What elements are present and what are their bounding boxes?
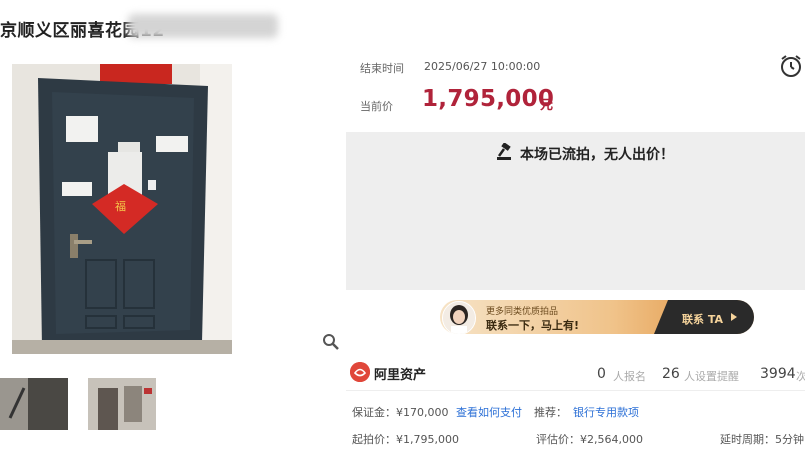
view-count: 3994 <box>760 366 796 382</box>
view-label: 次 <box>796 370 805 383</box>
remind-label: 人设置提醒 <box>684 370 739 383</box>
signup-count: 0 <box>597 366 606 382</box>
title-redaction-blur <box>128 14 278 38</box>
end-time-label: 结束时间 <box>360 62 404 75</box>
how-to-pay-link[interactable]: 查看如何支付 <box>456 404 522 420</box>
delay-period-text: 延时周期：5分钟 <box>720 433 804 446</box>
current-price-unit: 元 <box>540 98 554 113</box>
gavel-icon <box>497 143 511 160</box>
thumbnail-1[interactable] <box>0 378 68 430</box>
start-price-text: 起拍价：¥1,795,000 <box>352 433 459 446</box>
banner-title: 联系一下，马上有! <box>486 319 580 332</box>
search-zoom-icon[interactable] <box>322 333 340 351</box>
remind-count: 26 <box>662 366 680 382</box>
deposit-text: 保证金：¥170,000 <box>352 406 449 419</box>
appraisal-price-text: 评估价：¥2,564,000 <box>536 433 643 446</box>
end-time-value: 2025/06/27 10:00:00 <box>424 60 541 73</box>
play-arrow-icon <box>731 313 737 321</box>
contact-ta-button[interactable]: 联系 TA <box>682 311 723 327</box>
recommend-label: 推荐： <box>534 406 567 419</box>
svg-text:福: 福 <box>115 199 126 213</box>
signup-label: 人报名 <box>613 370 646 383</box>
divider <box>346 390 805 391</box>
alarm-icon[interactable] <box>779 54 803 78</box>
main-photo[interactable]: 福 <box>12 64 232 354</box>
brand-name: 阿里资产 <box>374 368 427 383</box>
bank-loan-link[interactable]: 银行专用款项 <box>573 404 639 420</box>
current-price-value: 1,795,000 <box>422 86 555 112</box>
auction-status-text: 本场已流拍，无人出价！ <box>520 147 674 163</box>
current-price-label: 当前价 <box>360 100 393 113</box>
thumbnail-2[interactable] <box>88 378 156 430</box>
banner-subtitle: 更多同类优质拍品 <box>486 307 559 317</box>
auction-info-panel <box>346 48 805 130</box>
brand-logo-icon <box>350 362 370 382</box>
agent-avatar <box>442 301 476 335</box>
